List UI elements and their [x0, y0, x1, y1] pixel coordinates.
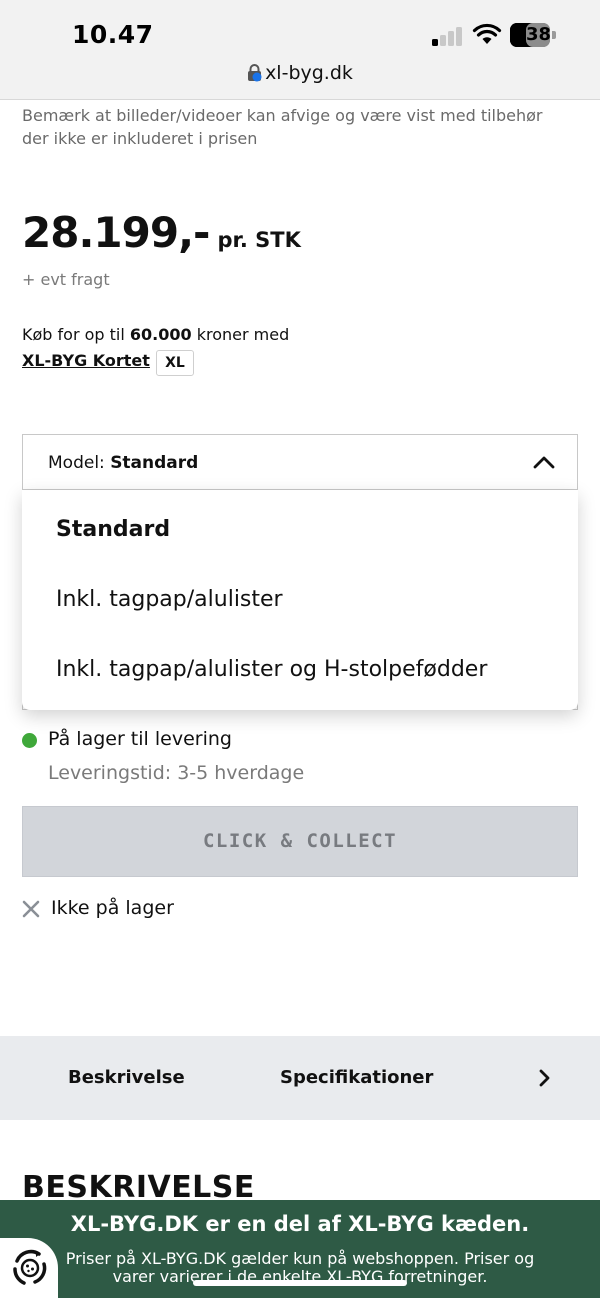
close-icon [22, 900, 40, 918]
in-stock-indicator [22, 733, 37, 748]
model-option-standard[interactable]: Standard [56, 517, 170, 542]
browser-status-bar: 10.47 38 xl-byg.dk [0, 0, 600, 100]
credit-amount: 60.000 [129, 325, 192, 344]
price-unit: pr. STK [217, 228, 301, 252]
price-row: 28.199,- pr. STK [22, 208, 301, 257]
url-text: xl-byg.dk [265, 62, 353, 84]
battery-level: 38 [526, 23, 552, 47]
xl-card-logo[interactable]: XL [156, 350, 194, 376]
product-price: 28.199,- [22, 208, 210, 257]
tab-beskrivelse[interactable]: Beskrivelse [68, 1067, 185, 1088]
address-bar[interactable]: xl-byg.dk [0, 62, 600, 84]
home-indicator[interactable] [193, 1280, 407, 1286]
model-select[interactable]: Model: Standard [22, 434, 578, 490]
banner-title: XL-BYG.DK er en del af XL-BYG kæden. [70, 1212, 530, 1236]
chevron-right-icon[interactable] [538, 1069, 552, 1087]
wifi-icon [472, 23, 502, 44]
delivery-time: Leveringstid: 3-5 hverdage [48, 762, 305, 784]
image-disclaimer: Bemærk at billeder/videoer kan afvige og… [22, 106, 543, 148]
tab-specifikationer[interactable]: Specifikationer [280, 1067, 433, 1088]
freight-note: + evt fragt [22, 270, 110, 289]
cookie-settings-button[interactable] [0, 1238, 58, 1298]
status-time: 10.47 [72, 20, 154, 49]
store-stock-status: Ikke på lager [51, 897, 174, 919]
model-dropdown-menu: Standard Inkl. tagpap/alulister Inkl. ta… [22, 490, 578, 710]
battery-indicator: 38 [510, 23, 552, 47]
lock-icon [248, 64, 262, 82]
model-select-label: Model: Standard [48, 453, 199, 473]
model-option-tagpap[interactable]: Inkl. tagpap/alulister [56, 587, 283, 612]
xl-byg-card-link[interactable]: XL-BYG Kortet [22, 351, 150, 370]
stock-status: På lager til levering [48, 728, 232, 750]
cellular-signal-icon [432, 26, 464, 46]
cookie-icon [13, 1249, 47, 1285]
model-selected-value: Standard [110, 453, 199, 473]
credit-offer-text: Køb for op til 60.000 kroner med [22, 325, 290, 344]
click-collect-button[interactable]: CLICK & COLLECT [22, 806, 578, 877]
model-option-tagpap-h-stolpe[interactable]: Inkl. tagpap/alulister og H-stolpefødder [56, 657, 487, 682]
chevron-up-icon[interactable] [533, 455, 555, 469]
battery-nub [552, 31, 556, 39]
product-tabs: Beskrivelse Specifikationer [0, 1036, 600, 1120]
